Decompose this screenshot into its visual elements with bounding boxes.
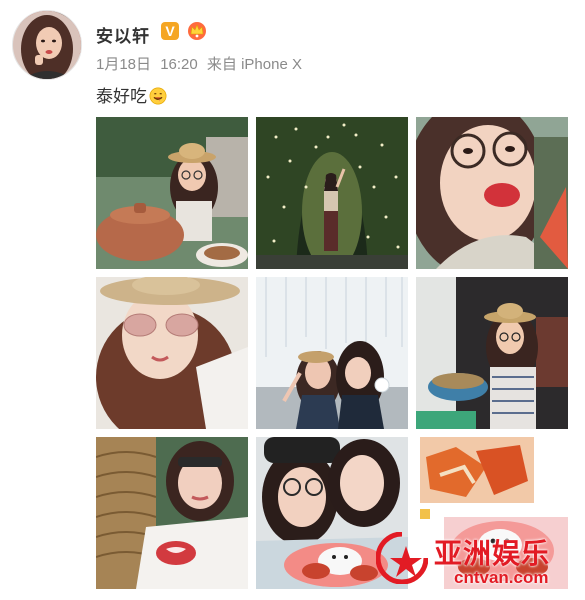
- post-meta: 1月18日 16:20 来自 iPhone X: [96, 53, 302, 74]
- post-source: 来自 iPhone X: [206, 56, 302, 73]
- photo-two-friends-crystal-backdrop[interactable]: [256, 277, 408, 429]
- crown-membership-icon: [186, 19, 208, 41]
- post-text: 泰好吃: [96, 82, 167, 107]
- post-date[interactable]: 1月18日: [96, 56, 151, 73]
- watermark-site-url: cntvan.com: [454, 568, 549, 587]
- photo-hat-holding-noodle-bowl[interactable]: [416, 277, 568, 429]
- avatar[interactable]: [12, 10, 82, 80]
- photo-woman-eating-clay-pot[interactable]: [96, 117, 248, 269]
- photo-light-tunnel[interactable]: [256, 117, 408, 269]
- verified-v-icon: V: [161, 22, 179, 40]
- post-time[interactable]: 16:20: [160, 56, 198, 73]
- site-watermark: 亚洲娱乐 cntvan.com: [376, 528, 584, 598]
- username[interactable]: 安以轩: [96, 22, 150, 47]
- photo-selfie-pout-glasses[interactable]: [416, 117, 568, 269]
- smiling-face-emoji-icon: [149, 87, 167, 105]
- photo-sunglasses-rattan-chair[interactable]: [96, 437, 248, 589]
- star-logo-icon: [376, 532, 428, 584]
- post-text-content: 泰好吃: [96, 87, 147, 106]
- weibo-post: 安以轩 V 1月18日 16:20 来自 iPhone X 泰好吃 亚洲娱乐 c…: [0, 0, 585, 600]
- photo-selfie-hat-sunglasses[interactable]: [96, 277, 248, 429]
- watermark-site-name: 亚洲娱乐: [434, 538, 551, 569]
